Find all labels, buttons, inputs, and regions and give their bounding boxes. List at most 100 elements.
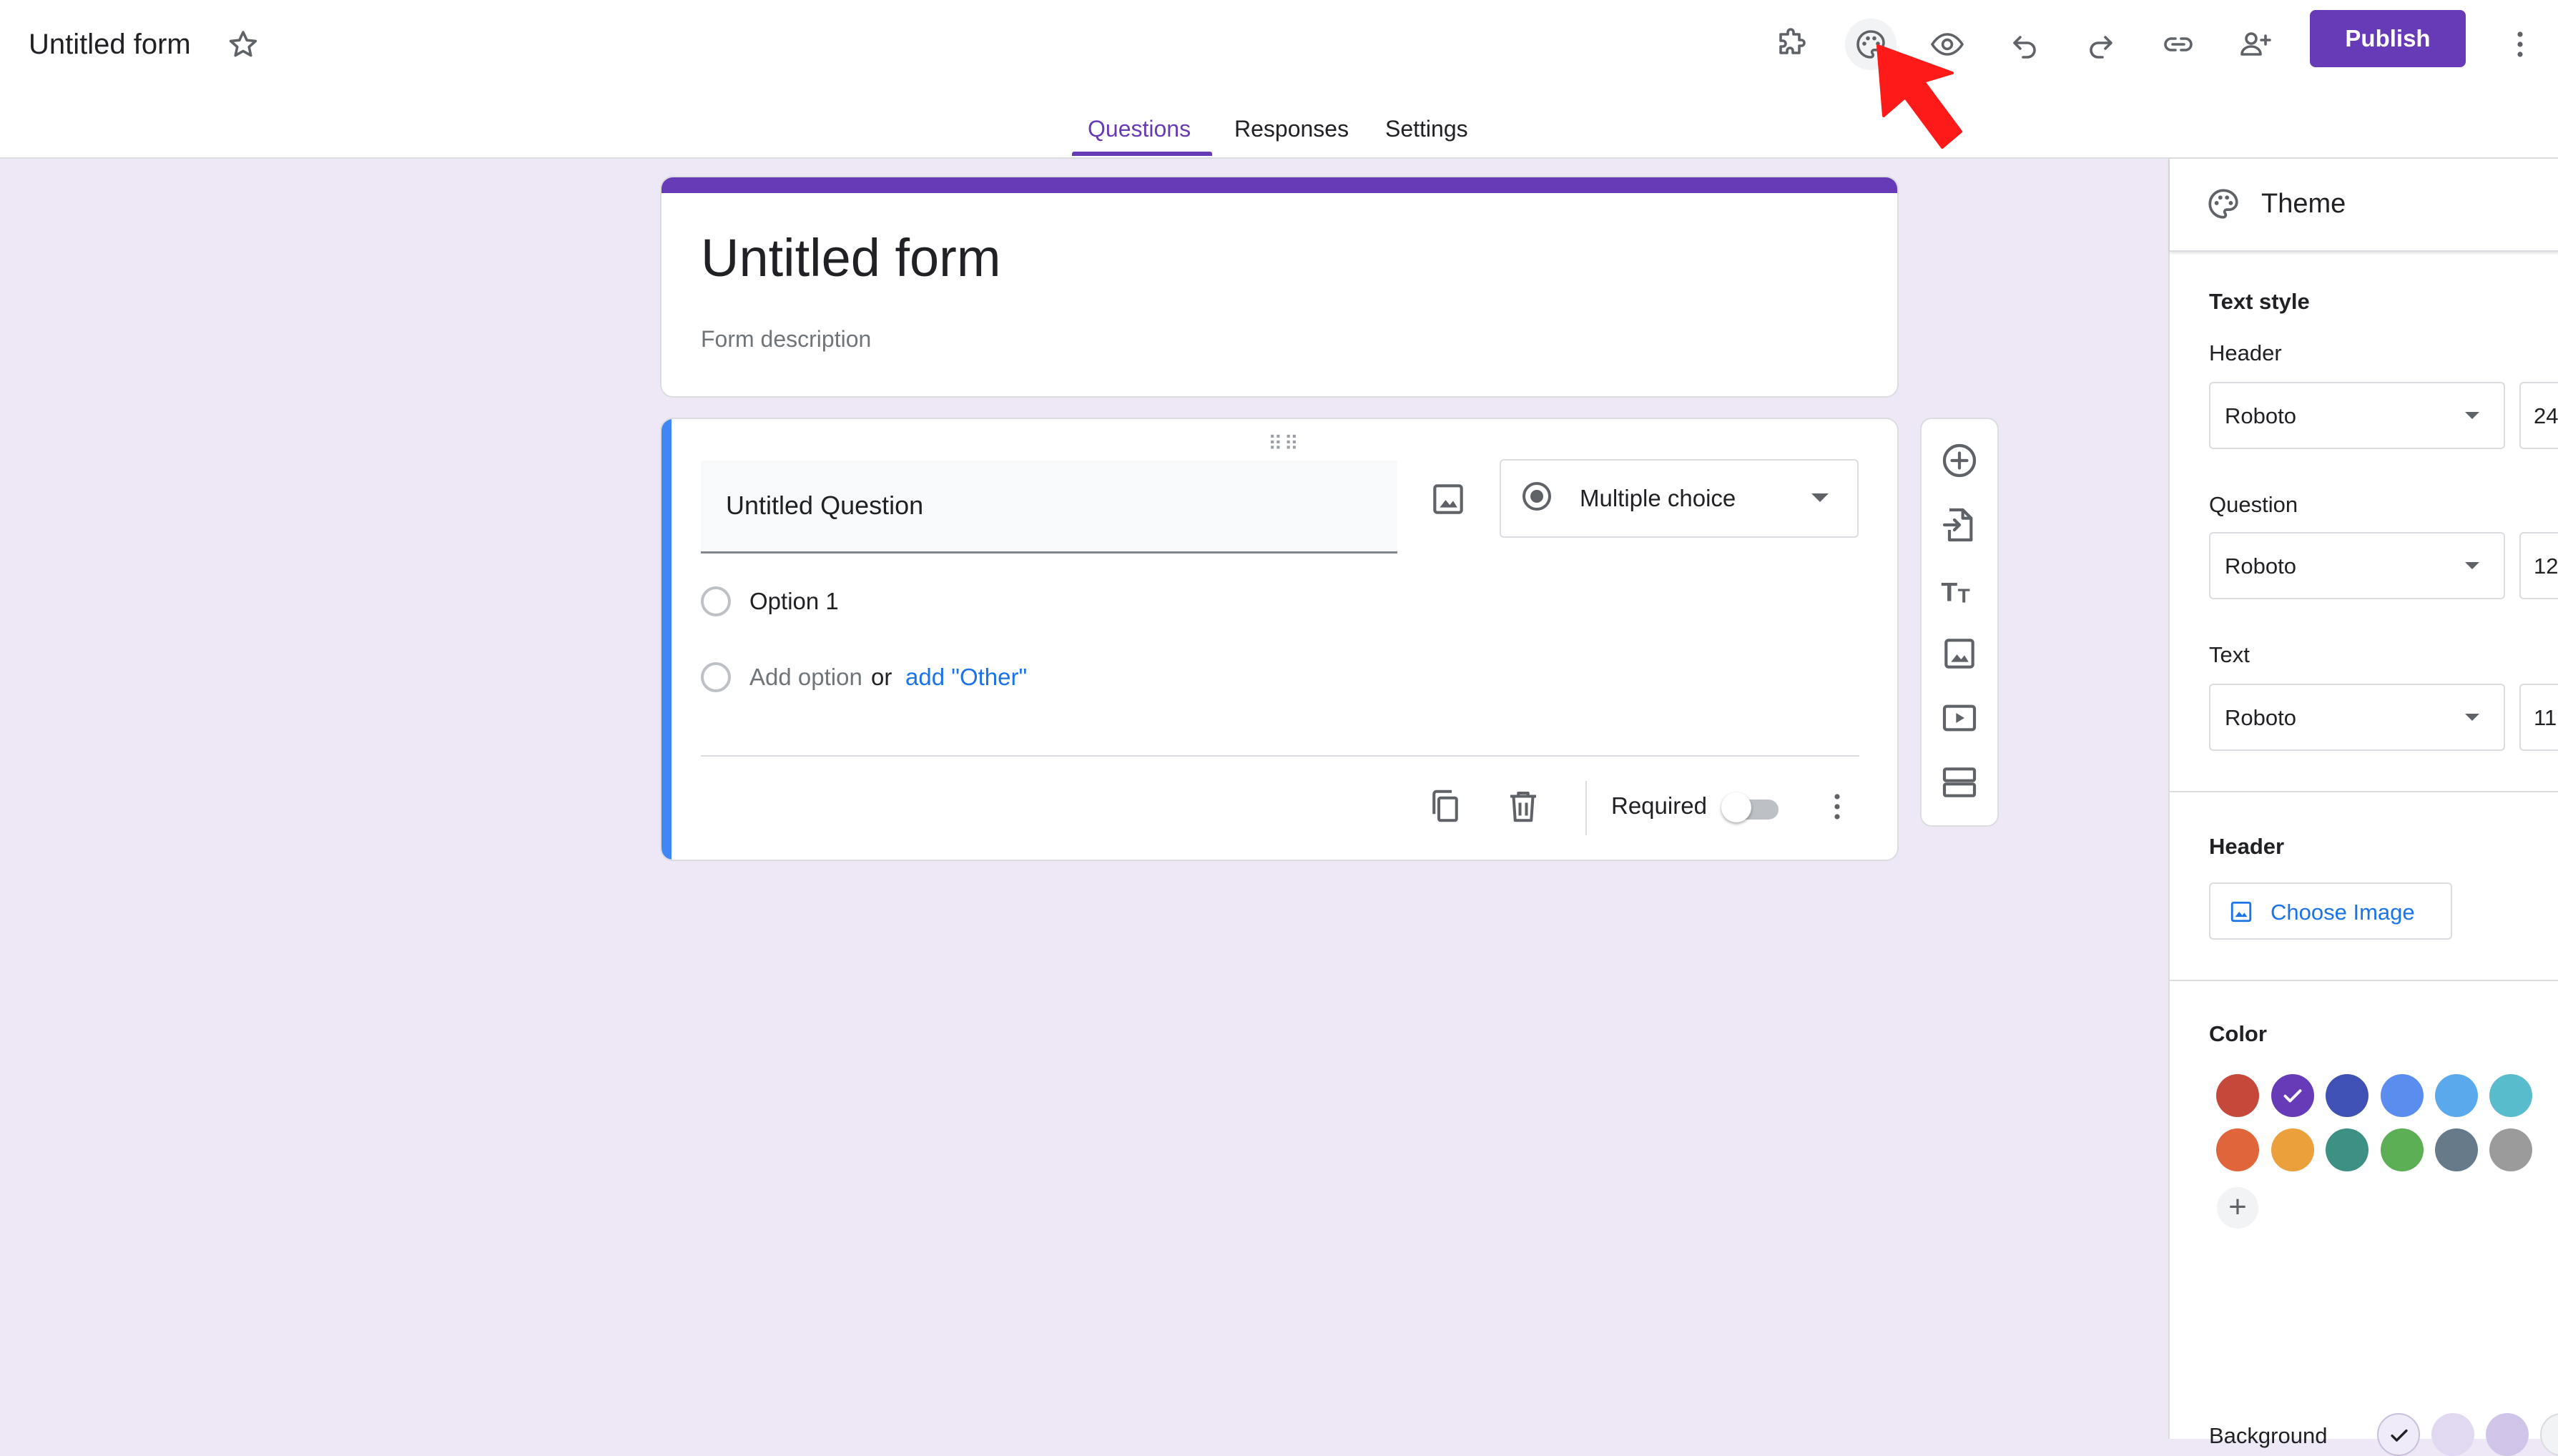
- panel-divider: [2170, 791, 2558, 792]
- star-icon[interactable]: [226, 27, 260, 62]
- theme-panel-header: Theme: [2170, 159, 2558, 252]
- duplicate-icon[interactable]: [1426, 787, 1465, 825]
- theme-panel-title: Theme: [2261, 189, 2346, 219]
- text-size-value: 11: [2534, 705, 2557, 730]
- question-type-label: Multiple choice: [1580, 485, 1736, 511]
- header-size-value: 24: [2534, 403, 2558, 428]
- add-other-link[interactable]: add "Other": [905, 662, 1027, 692]
- question-title-text: Untitled Question: [726, 491, 924, 520]
- dropdown-arrow-icon: [2465, 714, 2479, 721]
- color-swatch-grey[interactable]: [2489, 1128, 2532, 1171]
- delete-icon[interactable]: [1504, 787, 1543, 825]
- document-title[interactable]: Untitled form: [29, 26, 191, 63]
- tab-questions[interactable]: Questions: [1088, 107, 1191, 150]
- check-icon: [2283, 1089, 2302, 1103]
- text-font-dropdown[interactable]: Roboto: [2209, 684, 2505, 751]
- floating-toolbar: TT: [1920, 418, 1999, 827]
- header-font-value: Roboto: [2225, 403, 2296, 428]
- color-swatch-red[interactable]: [2216, 1074, 2259, 1117]
- footer-separator: [1585, 781, 1587, 835]
- option-1-label[interactable]: Option 1: [749, 586, 839, 616]
- header-font-dropdown[interactable]: Roboto: [2209, 382, 2505, 449]
- check-icon: [2391, 1429, 2408, 1442]
- panel-divider: [2170, 980, 2558, 981]
- active-tab-indicator: [1072, 152, 1212, 156]
- background-swatch-selected[interactable]: [2377, 1413, 2420, 1456]
- add-collaborator-icon[interactable]: [2230, 19, 2281, 70]
- add-image-toolbar-icon[interactable]: [1939, 634, 1979, 674]
- form-header-card[interactable]: Untitled form Form description: [660, 176, 1899, 398]
- form-description-field[interactable]: Form description: [701, 326, 871, 353]
- question-type-dropdown[interactable]: Multiple choice: [1500, 459, 1859, 538]
- text-font-value: Roboto: [2225, 705, 2296, 730]
- color-swatch-purple-selected[interactable]: [2271, 1074, 2314, 1117]
- text-style-heading: Text style: [2209, 289, 2310, 314]
- drag-handle-icon[interactable]: ⠿⠿: [1268, 432, 1300, 456]
- import-questions-icon[interactable]: [1939, 505, 1979, 545]
- background-swatch-light[interactable]: [2431, 1413, 2474, 1456]
- question-title-input[interactable]: Untitled Question: [701, 461, 1397, 554]
- palette-icon: [2208, 189, 2238, 219]
- redo-icon[interactable]: [2075, 19, 2127, 70]
- background-heading: Background: [2209, 1423, 2328, 1448]
- text-font-label: Text: [2209, 642, 2250, 667]
- addons-icon[interactable]: [1766, 19, 1818, 70]
- dropdown-arrow-icon: [2465, 562, 2479, 569]
- color-swatch-orange[interactable]: [2271, 1128, 2314, 1171]
- multiple-choice-icon: [1522, 482, 1551, 511]
- red-cursor-arrow-icon: [1876, 44, 1962, 149]
- add-custom-color-icon[interactable]: +: [2217, 1187, 2258, 1229]
- or-text: or: [871, 664, 892, 690]
- top-bar: Untitled form Publish Questions Response…: [0, 0, 2558, 159]
- question-more-icon[interactable]: [1820, 790, 1854, 824]
- choose-image-button[interactable]: Choose Image: [2209, 882, 2452, 940]
- color-swatch-blue[interactable]: [2381, 1074, 2424, 1117]
- svg-text:T: T: [1941, 576, 1957, 606]
- choose-image-label: Choose Image: [2271, 900, 2415, 925]
- color-swatch-indigo[interactable]: [2326, 1074, 2368, 1117]
- add-option-link[interactable]: Add option: [749, 662, 862, 692]
- color-swatch-cyan[interactable]: [2489, 1074, 2532, 1117]
- question-size-value: 12: [2534, 554, 2558, 579]
- undo-icon[interactable]: [1999, 19, 2050, 70]
- question-font-value: Roboto: [2225, 554, 2296, 579]
- form-title[interactable]: Untitled form: [701, 226, 1000, 290]
- color-swatch-green[interactable]: [2381, 1128, 2424, 1171]
- color-swatch-orange-red[interactable]: [2216, 1128, 2259, 1171]
- question-footer-divider: [701, 755, 1859, 757]
- tab-responses[interactable]: Responses: [1234, 107, 1349, 150]
- link-icon[interactable]: [2153, 19, 2204, 70]
- header-section-heading: Header: [2209, 834, 2285, 859]
- add-image-icon[interactable]: [1428, 479, 1468, 519]
- header-font-label: Header: [2209, 340, 2282, 365]
- question-font-dropdown[interactable]: Roboto: [2209, 532, 2505, 599]
- add-question-icon[interactable]: [1939, 441, 1979, 481]
- add-section-icon[interactable]: [1939, 762, 1979, 802]
- dropdown-arrow-icon: [1811, 493, 1829, 502]
- color-swatch-blue-grey[interactable]: [2435, 1128, 2478, 1171]
- add-title-icon[interactable]: TT: [1939, 569, 1979, 609]
- color-swatch-teal[interactable]: [2326, 1128, 2368, 1171]
- question-font-label: Question: [2209, 492, 2298, 517]
- text-size-dropdown[interactable]: 11: [2519, 684, 2558, 751]
- option-radio[interactable]: [701, 586, 731, 616]
- svg-text:T: T: [1958, 585, 1970, 607]
- color-heading: Color: [2209, 1021, 2267, 1046]
- color-swatch-light-blue[interactable]: [2435, 1074, 2478, 1117]
- image-icon: [2230, 901, 2252, 923]
- theme-panel: Theme Text style Header Roboto 24 Questi…: [2168, 159, 2558, 1456]
- required-toggle[interactable]: [1721, 792, 1779, 822]
- add-option-radio: [701, 662, 731, 692]
- required-label: Required: [1611, 792, 1707, 819]
- accent-bar: [661, 177, 1897, 193]
- header-size-dropdown[interactable]: 24: [2519, 382, 2558, 449]
- question-size-dropdown[interactable]: 12: [2519, 532, 2558, 599]
- question-card[interactable]: ⠿⠿ Untitled Question Multiple choice Opt…: [660, 418, 1899, 861]
- background-swatch-grey[interactable]: [2540, 1413, 2558, 1456]
- add-video-icon[interactable]: [1939, 698, 1979, 738]
- background-swatch-medium[interactable]: [2486, 1413, 2529, 1456]
- publish-button[interactable]: Publish: [2310, 10, 2466, 67]
- more-vert-icon[interactable]: [2494, 19, 2546, 70]
- active-question-indicator: [661, 419, 672, 860]
- tab-settings[interactable]: Settings: [1385, 107, 1468, 150]
